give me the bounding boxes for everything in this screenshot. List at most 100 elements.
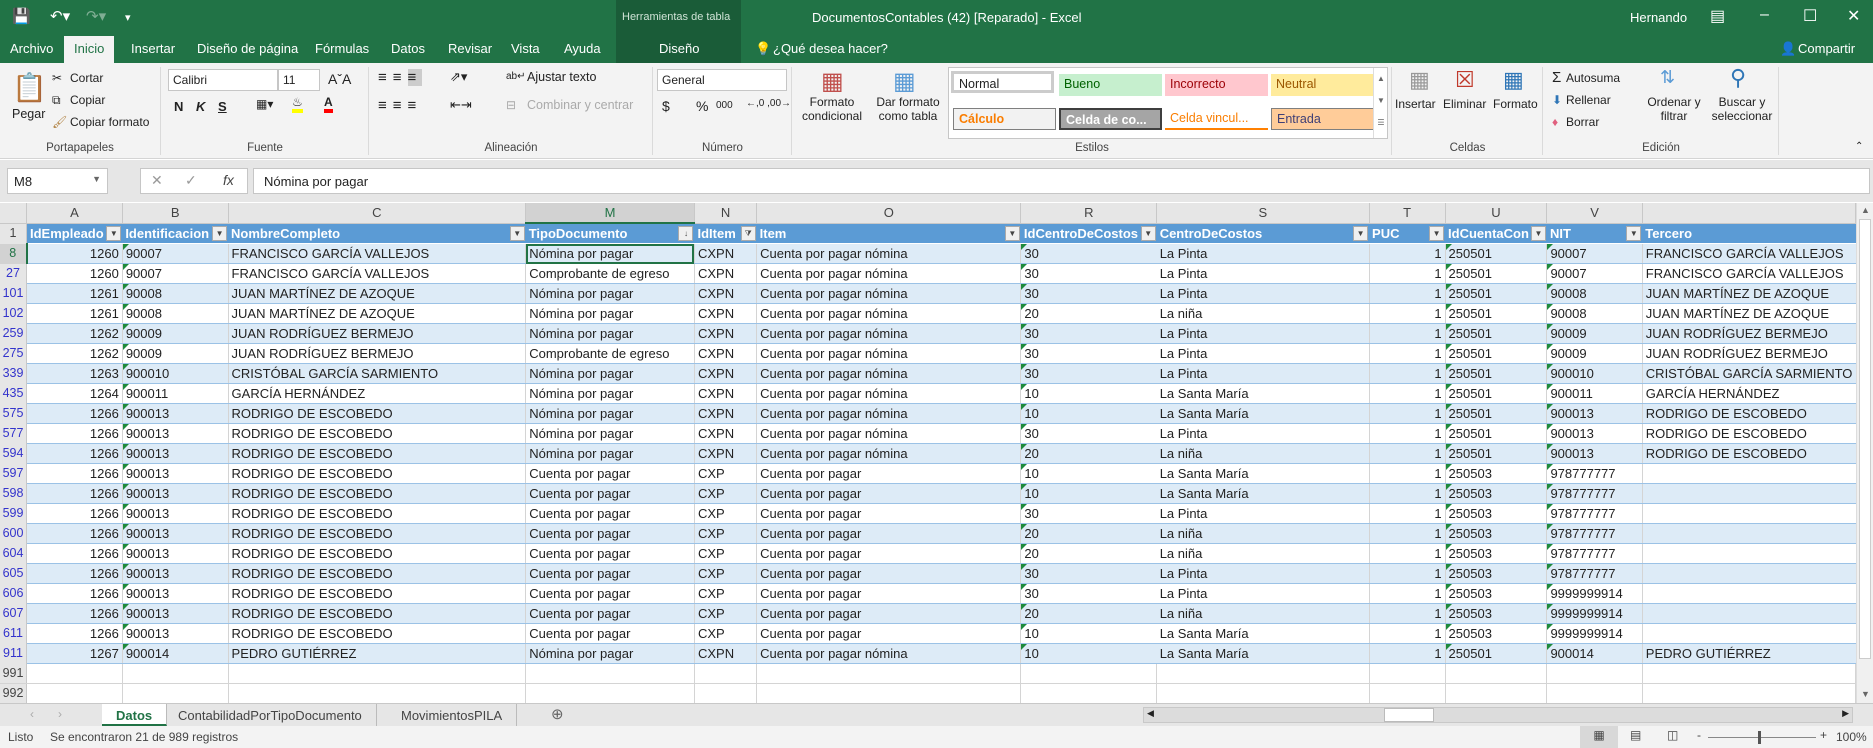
table-cell[interactable]: 10 (1020, 463, 1157, 484)
next-sheet-icon[interactable]: › (58, 707, 62, 721)
table-cell[interactable]: 1 (1369, 363, 1446, 384)
table-cell[interactable]: 250501 (1445, 423, 1548, 444)
table-cell[interactable]: 900013 (122, 603, 229, 624)
table-cell[interactable]: Cuenta por pagar nómina (756, 343, 1022, 364)
filter-dropdown-icon[interactable]: ▼ (509, 225, 525, 241)
table-cell[interactable]: Cuenta por pagar (756, 583, 1022, 604)
select-all-corner[interactable] (0, 203, 27, 224)
table-cell[interactable]: CXPN (694, 403, 758, 424)
save-icon[interactable]: 💾 (12, 7, 31, 25)
undo-icon[interactable]: ↶▾ (50, 7, 70, 25)
table-cell[interactable] (1642, 583, 1856, 604)
table-cell[interactable]: 1 (1369, 343, 1446, 364)
table-cell[interactable]: 90007 (122, 263, 229, 284)
style-celda-comprobacion[interactable]: Celda de co... (1059, 108, 1162, 130)
table-cell[interactable] (1642, 543, 1856, 564)
table-cell[interactable]: 978777777 (1546, 563, 1643, 584)
table-cell[interactable]: Cuenta por pagar (525, 503, 695, 524)
table-cell[interactable]: 30 (1020, 563, 1157, 584)
table-header-cell[interactable]: CentroDeCostos ▼ (1156, 223, 1370, 244)
page-break-view-icon[interactable]: ◫ (1667, 728, 1678, 742)
style-entrada[interactable]: Entrada (1271, 108, 1374, 130)
table-cell[interactable]: 250501 (1445, 283, 1548, 304)
filter-dropdown-icon[interactable]: ▼ (1353, 225, 1369, 241)
table-cell[interactable]: 1266 (26, 483, 123, 504)
table-cell[interactable]: 10 (1020, 643, 1157, 664)
vertical-scroll-thumb[interactable] (1859, 219, 1871, 659)
table-cell[interactable]: 978777777 (1546, 543, 1643, 564)
table-cell[interactable]: 250503 (1445, 563, 1548, 584)
table-cell[interactable]: 30 (1020, 363, 1157, 384)
table-cell[interactable]: 1266 (26, 563, 123, 584)
table-cell[interactable]: 1261 (26, 283, 123, 304)
table-cell[interactable]: 978777777 (1546, 503, 1643, 524)
table-cell[interactable]: 1266 (26, 623, 123, 644)
column-header[interactable]: T (1369, 203, 1446, 224)
table-cell[interactable]: Cuenta por pagar nómina (756, 443, 1022, 464)
row-header[interactable]: 1 (0, 223, 27, 244)
table-cell[interactable]: JUAN RODRÍGUEZ BERMEJO (228, 323, 527, 344)
table-cell[interactable]: Cuenta por pagar nómina (756, 383, 1022, 404)
row-header[interactable]: 435 (0, 383, 27, 404)
table-cell[interactable]: Cuenta por pagar nómina (756, 263, 1022, 284)
borders-icon[interactable]: ▦▾ (256, 97, 273, 111)
table-cell[interactable]: CXPN (694, 343, 758, 364)
table-cell[interactable]: La Pinta (1156, 283, 1370, 304)
sort-filter-icon[interactable]: ↓ (678, 226, 694, 241)
italic-button[interactable]: K (196, 99, 205, 114)
row-header[interactable]: 339 (0, 363, 27, 384)
column-header[interactable]: B (122, 203, 229, 224)
column-header[interactable]: N (694, 203, 758, 224)
ribbon-display-icon[interactable]: ▤ (1710, 6, 1725, 26)
table-cell[interactable]: 10 (1020, 383, 1157, 404)
table-cell[interactable]: 9999999914 (1546, 623, 1643, 644)
empty-cell[interactable] (1369, 663, 1446, 684)
sort-filter-button[interactable]: Ordenar y filtrar (1644, 95, 1704, 123)
underline-button[interactable]: S (218, 99, 227, 114)
table-cell[interactable]: 900013 (1546, 403, 1643, 424)
row-header[interactable]: 605 (0, 563, 27, 584)
row-header[interactable]: 991 (0, 663, 27, 684)
redo-icon[interactable]: ↷▾ (86, 7, 106, 25)
table-cell[interactable]: 900010 (1546, 363, 1643, 384)
row-header[interactable]: 598 (0, 483, 27, 504)
table-cell[interactable]: 250501 (1445, 383, 1548, 404)
table-cell[interactable]: La niña (1156, 443, 1370, 464)
table-cell[interactable]: 900013 (122, 483, 229, 504)
column-header[interactable]: V (1546, 203, 1643, 224)
table-cell[interactable]: 1266 (26, 583, 123, 604)
table-cell[interactable]: 900013 (122, 443, 229, 464)
table-cell[interactable]: 1261 (26, 303, 123, 324)
table-cell[interactable]: 90007 (122, 243, 229, 264)
add-sheet-icon[interactable]: ⊕ (551, 705, 564, 723)
table-cell[interactable]: 900013 (1546, 443, 1643, 464)
table-cell[interactable]: 1 (1369, 323, 1446, 344)
zoom-slider[interactable] (1708, 737, 1816, 738)
close-icon[interactable]: ✕ (1847, 6, 1860, 26)
style-incorrecto[interactable]: Incorrecto (1165, 74, 1268, 96)
style-celda-vinculada[interactable]: Celda vincul... (1165, 108, 1268, 130)
font-color-icon[interactable]: A (324, 95, 333, 113)
table-cell[interactable]: 900013 (122, 563, 229, 584)
empty-cell[interactable] (1445, 663, 1548, 684)
zoom-slider-thumb[interactable] (1758, 731, 1761, 744)
table-cell[interactable]: JUAN MARTÍNEZ DE AZOQUE (1642, 303, 1856, 324)
table-cell[interactable]: 1266 (26, 443, 123, 464)
vertical-scrollbar[interactable]: ▲ ▼ (1856, 203, 1873, 703)
table-cell[interactable]: La Pinta (1156, 583, 1370, 604)
table-cell[interactable]: RODRIGO DE ESCOBEDO (1642, 443, 1856, 464)
empty-cell[interactable] (122, 663, 229, 684)
table-cell[interactable]: 1 (1369, 523, 1446, 544)
table-cell[interactable]: 250503 (1445, 463, 1548, 484)
table-cell[interactable]: La Pinta (1156, 423, 1370, 444)
table-cell[interactable]: 978777777 (1546, 523, 1643, 544)
empty-cell[interactable] (756, 663, 1022, 684)
table-cell[interactable]: 1 (1369, 583, 1446, 604)
table-cell[interactable]: 250501 (1445, 303, 1548, 324)
table-cell[interactable]: 1266 (26, 463, 123, 484)
table-cell[interactable]: PEDRO GUTIÉRREZ (228, 643, 527, 664)
row-header[interactable]: 259 (0, 323, 27, 344)
table-cell[interactable]: CXP (694, 623, 758, 644)
table-cell[interactable] (1642, 463, 1856, 484)
table-cell[interactable]: 90009 (122, 343, 229, 364)
